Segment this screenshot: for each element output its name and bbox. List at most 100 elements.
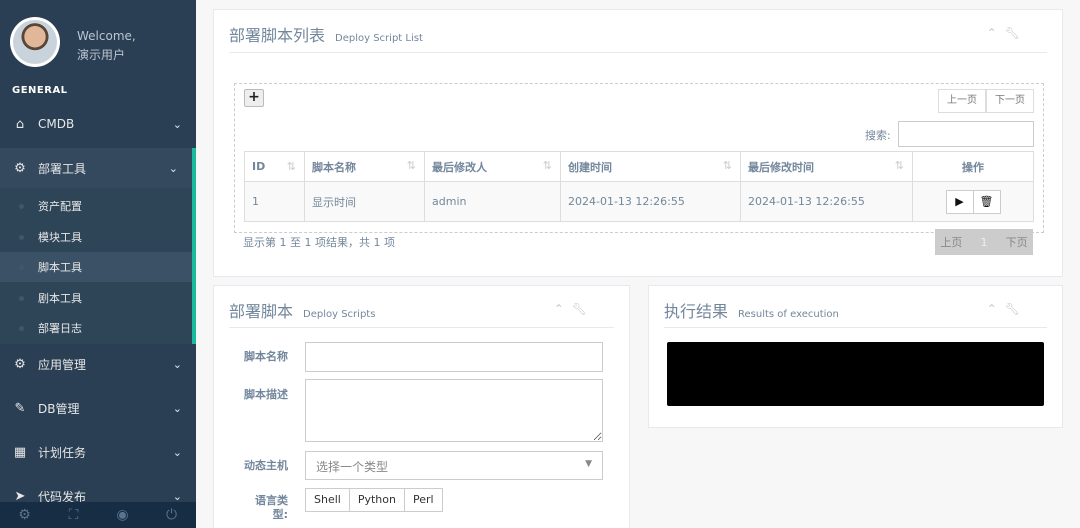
col-header-created[interactable]: 创建时间 ⇅ [560,151,741,182]
panel-header: 执行结果 Results of execution [664,298,839,338]
submenu-item-playbooks[interactable]: 剧本工具 [0,283,192,313]
submenu-label: 剧本工具 [38,292,82,305]
chevron-down-icon: ⌄ [168,161,178,175]
wrench-icon[interactable]: 🔧︎ [1005,26,1020,40]
panel-subtitle: Results of execution [738,309,839,320]
panel-title: 部署脚本列表 [229,26,326,45]
fullscreen-icon[interactable]: ⛶ [49,502,98,528]
language-button-group: Shell Python Perl [305,488,443,512]
submenu-item-logs[interactable]: 部署日志 [0,313,192,343]
delete-button[interactable]: 🗑︎ [972,189,1001,214]
col-header-actions: 操作 [912,151,1034,182]
submenu-item-scripts[interactable]: 脚本工具 [0,252,192,282]
search-input[interactable] [898,121,1034,147]
add-button[interactable]: + [244,89,264,107]
result-output [667,342,1044,406]
welcome-label: Welcome, [77,29,136,43]
lang-python-button[interactable]: Python [348,488,405,512]
play-icon: ▶ [955,194,964,208]
nav-label: CMDB [38,117,75,131]
panel-header: 部署脚本 Deploy Scripts [229,298,375,338]
deploy-submenu: 资产配置 模块工具 脚本工具 剧本工具 部署日志 [0,188,196,344]
bottom-pager: 上页 1 下页 [935,229,1033,255]
panel-tools: ⌃ 🔧︎ [546,302,587,316]
cell-created: 2024-01-13 12:26:55 [560,181,741,222]
sort-icon: ⇅ [894,158,904,172]
table-info: 显示第 1 至 1 项结果，共 1 项 [243,236,395,249]
data-table-wrapper: + 上一页 下一页 搜索: ID ⇅ 脚本名称 ⇅ 最后修改人 ⇅ 创建时间 ⇅ 最后修… [234,83,1044,233]
bullet-icon [19,234,24,240]
sort-icon: ⇅ [542,158,552,172]
edit-icon: ✎ [14,400,26,416]
trash-icon: 🗑︎ [979,194,994,208]
sort-icon: ⇅ [406,158,416,172]
username: 演示用户 [77,48,126,62]
panel-title: 执行结果 [664,302,729,321]
col-header-modified[interactable]: 最后修改时间 ⇅ [740,151,913,182]
current-page[interactable]: 1 [968,236,1001,249]
cell-actions: ▶ 🗑︎ [912,181,1034,222]
divider [664,327,1047,328]
welcome-text: Welcome, 演示用户 [77,27,136,65]
prev-button[interactable]: 上页 [935,234,968,250]
script-desc-textarea[interactable] [305,379,603,442]
cell-name: 显示时间 [304,181,425,222]
chevron-down-icon: ⌄ [172,357,182,371]
bullet-icon [19,264,24,270]
divider [229,52,1047,53]
panel-title: 部署脚本 [229,302,294,321]
script-name-input[interactable] [305,342,603,372]
wrench-icon[interactable]: 🔧︎ [572,302,587,316]
next-page-button[interactable]: 下一页 [986,89,1034,113]
col-header-id[interactable]: ID ⇅ [244,151,305,182]
section-title: GENERAL [12,85,68,96]
cogs-icon: ⚙ [14,160,26,176]
collapse-icon[interactable]: ⌃ [554,302,564,316]
divider [229,327,614,328]
submenu-item-modules[interactable]: 模块工具 [0,222,192,252]
bullet-icon [19,295,24,301]
sidebar: Welcome, 演示用户 GENERAL ⌂ CMDB ⌄ ⚙ 部署工具 ⌄ … [0,0,196,528]
bullet-icon [19,325,24,331]
language-label: 语言类型: [255,494,288,521]
lang-shell-button[interactable]: Shell [305,488,350,512]
nav-item-cron[interactable]: ▦ 计划任务 ⌄ [0,432,196,472]
wrench-icon[interactable]: 🔧︎ [1005,302,1020,316]
submenu-label: 部署日志 [38,322,82,335]
profile: Welcome, 演示用户 [0,0,196,80]
cell-id: 1 [244,181,305,222]
avatar[interactable] [10,17,60,67]
cell-modified: 2024-01-13 12:26:55 [740,181,913,222]
run-button[interactable]: ▶ [945,189,974,214]
panel-tools: ⌃ 🔧︎ [979,302,1020,316]
chevron-down-icon: ⌄ [172,401,182,415]
nav-item-db[interactable]: ✎ DB管理 ⌄ [0,388,196,428]
host-type-select[interactable]: 选择一个类型 ▼ [305,451,603,480]
script-table: ID ⇅ 脚本名称 ⇅ 最后修改人 ⇅ 创建时间 ⇅ 最后修改时间 ⇅ 操作 1 显示时间… [244,151,1034,222]
logout-icon[interactable]: ⏻ [147,502,196,528]
collapse-icon[interactable]: ⌃ [987,26,997,40]
collapse-icon[interactable]: ⌃ [987,302,997,316]
nav-item-apps[interactable]: ⚙ 应用管理 ⌄ [0,344,196,384]
nav-item-deploy[interactable]: ⚙ 部署工具 ⌄ [0,148,196,188]
sort-icon: ⇅ [286,160,296,173]
prev-page-button[interactable]: 上一页 [938,89,986,113]
select-placeholder: 选择一个类型 [316,460,389,474]
submenu-label: 脚本工具 [38,261,82,274]
next-button[interactable]: 下页 [1000,234,1033,250]
dynamic-host-label: 动态主机 [244,459,288,472]
settings-icon[interactable]: ⚙ [0,502,49,528]
lock-icon[interactable]: ◉ [98,502,147,528]
submenu-label: 模块工具 [38,231,82,244]
panel-subtitle: Deploy Script List [335,33,423,44]
chevron-down-icon: ⌄ [172,117,182,131]
col-header-modifier[interactable]: 最后修改人 ⇅ [424,151,561,182]
nav-item-cmdb[interactable]: ⌂ CMDB ⌄ [0,104,196,144]
home-icon: ⌂ [15,116,25,132]
lang-perl-button[interactable]: Perl [403,488,443,512]
chevron-down-icon: ⌄ [172,489,182,503]
submenu-item-assets[interactable]: 资产配置 [0,191,192,221]
table-row[interactable]: 1 显示时间 admin 2024-01-13 12:26:55 2024-01… [244,181,1034,222]
col-header-name[interactable]: 脚本名称 ⇅ [304,151,425,182]
result-panel: 执行结果 Results of execution ⌃ 🔧︎ [648,285,1063,428]
